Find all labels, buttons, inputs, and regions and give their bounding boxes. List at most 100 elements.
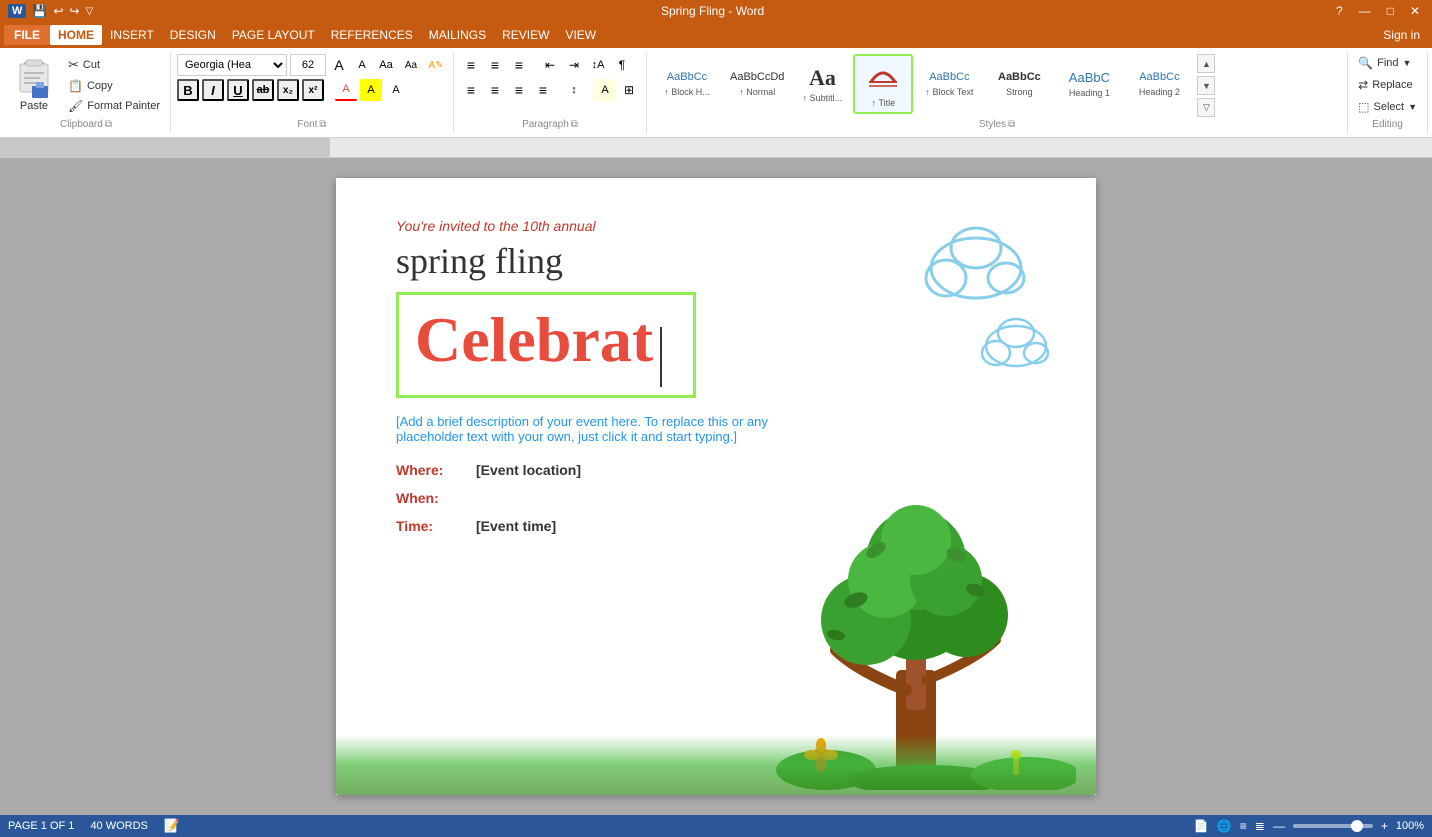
tab-mailings[interactable]: MAILINGS: [421, 25, 494, 45]
align-left-btn[interactable]: ≡: [460, 79, 482, 101]
window-controls[interactable]: ? — □ ✕: [1332, 4, 1424, 18]
shading-btn[interactable]: A: [594, 79, 616, 101]
clipboard-expand-icon[interactable]: ⧉: [105, 119, 112, 130]
proofing-icon[interactable]: 📝: [164, 818, 180, 834]
tab-insert[interactable]: INSERT: [102, 25, 162, 45]
styles-expand-icon[interactable]: ⧉: [1008, 119, 1015, 130]
tab-review[interactable]: REVIEW: [494, 25, 557, 45]
time-label: Time:: [396, 518, 476, 534]
style-heading2[interactable]: AaBbCc Heading 2: [1125, 54, 1193, 114]
tab-references[interactable]: REFERENCES: [323, 25, 421, 45]
font-expand-icon[interactable]: ⧉: [319, 119, 326, 130]
where-value[interactable]: [Event location]: [476, 462, 581, 478]
zoom-slider[interactable]: [1293, 824, 1373, 828]
align-center-btn[interactable]: ≡: [484, 79, 506, 101]
styles-scroll-down-btn[interactable]: ▼: [1197, 76, 1215, 95]
copy-button[interactable]: 📋 Copy: [64, 77, 164, 95]
tab-page-layout[interactable]: PAGE LAYOUT: [224, 25, 323, 45]
where-label: Where:: [396, 462, 476, 478]
view-web-icon[interactable]: 🌐: [1217, 819, 1232, 833]
subscript-button[interactable]: x₂: [277, 79, 299, 101]
paste-button[interactable]: Paste: [8, 54, 60, 116]
celebrate-text[interactable]: Celebrat: [415, 304, 653, 375]
style-strong[interactable]: AaBbCc Strong: [985, 54, 1053, 114]
customize-quick-access-icon[interactable]: ▽: [85, 6, 93, 17]
font-size-decrease-btn[interactable]: A: [352, 55, 372, 75]
bullets-btn[interactable]: ≡: [460, 54, 482, 76]
style-normal[interactable]: AaBbCcDd ↑ Normal: [723, 54, 791, 114]
select-dropdown-icon[interactable]: ▼: [1408, 102, 1417, 112]
text-highlight-color-btn[interactable]: A: [360, 79, 382, 101]
show-paragraph-marks-btn[interactable]: ¶: [611, 54, 633, 76]
font-color-btn[interactable]: A: [385, 79, 407, 101]
minimize-btn[interactable]: —: [1355, 4, 1375, 18]
font-name-select[interactable]: Georgia (Hea: [177, 54, 287, 76]
view-outline-icon[interactable]: ≡: [1240, 819, 1247, 833]
text-cursor: [660, 327, 662, 387]
file-tab[interactable]: FILE: [4, 25, 50, 45]
styles-expand-btn[interactable]: ▽: [1197, 98, 1215, 117]
justify-btn[interactable]: ≡: [532, 79, 554, 101]
tab-design[interactable]: DESIGN: [162, 25, 224, 45]
tab-home[interactable]: HOME: [50, 25, 102, 45]
view-print-icon[interactable]: 📄: [1194, 819, 1209, 833]
text-highlight-btn[interactable]: A✎: [425, 54, 447, 76]
celebrate-textbox[interactable]: Celebrat: [396, 292, 696, 398]
description-text[interactable]: [Add a brief description of your event h…: [396, 414, 776, 444]
strikethrough-button[interactable]: ab: [252, 79, 274, 101]
title-bar: W 💾 ↩ ↪ ▽ Spring Fling - Word ? — □ ✕: [0, 0, 1432, 22]
format-painter-icon: 🖌: [68, 99, 83, 113]
quick-access-toolbar[interactable]: W 💾 ↩ ↪ ▽: [8, 4, 93, 18]
time-value[interactable]: [Event time]: [476, 518, 556, 534]
multilevel-list-btn[interactable]: ≡: [508, 54, 530, 76]
paragraph-expand-icon[interactable]: ⧉: [571, 119, 578, 130]
text-color-btn[interactable]: A: [335, 79, 357, 101]
cut-button[interactable]: ✂ Cut: [64, 55, 164, 75]
clear-formatting-btn[interactable]: Aa: [375, 54, 397, 76]
zoom-in-btn[interactable]: +: [1381, 819, 1388, 833]
select-button[interactable]: ⬚ Select ▼: [1354, 98, 1421, 116]
change-case-btn[interactable]: Aa: [400, 54, 422, 76]
find-button[interactable]: 🔍 Find ▼: [1354, 54, 1421, 72]
style-large-a[interactable]: Aa ↑ Subtitl...: [793, 54, 851, 114]
find-dropdown-icon[interactable]: ▼: [1403, 58, 1412, 68]
close-btn[interactable]: ✕: [1406, 4, 1424, 18]
word-icon: W: [8, 4, 26, 18]
font-size-increase-btn[interactable]: A: [329, 55, 349, 75]
superscript-button[interactable]: x²: [302, 79, 324, 101]
style-block-text[interactable]: AaBbCc ↑ Block Text: [915, 54, 983, 114]
document-page[interactable]: You're invited to the 10th annual spring…: [336, 178, 1096, 795]
style-heading1[interactable]: AaBbC Heading 1: [1055, 54, 1123, 114]
clipboard-side: ✂ Cut 📋 Copy 🖌 Format Painter: [64, 54, 164, 116]
style-block-h[interactable]: AaBbCc ↑ Block H...: [653, 54, 721, 114]
borders-btn[interactable]: ⊞: [618, 79, 640, 101]
cut-icon: ✂: [68, 57, 79, 73]
select-icon: ⬚: [1358, 100, 1369, 114]
sort-btn[interactable]: ↕A: [587, 54, 609, 76]
tab-view[interactable]: VIEW: [557, 25, 604, 45]
sign-in-btn[interactable]: Sign in: [1375, 25, 1428, 45]
bold-button[interactable]: B: [177, 79, 199, 101]
decrease-indent-btn[interactable]: ⇤: [539, 54, 561, 76]
line-spacing-btn[interactable]: ↕: [563, 79, 585, 101]
save-icon[interactable]: 💾: [32, 4, 47, 18]
numbering-btn[interactable]: ≡: [484, 54, 506, 76]
view-draft-icon[interactable]: ≣: [1255, 819, 1265, 833]
restore-btn[interactable]: □: [1383, 4, 1398, 18]
redo-icon[interactable]: ↪: [69, 4, 79, 18]
zoom-out-btn[interactable]: —: [1273, 819, 1285, 833]
italic-button[interactable]: I: [202, 79, 224, 101]
font-size-input[interactable]: [290, 54, 326, 76]
style-title[interactable]: ↑ Title: [853, 54, 913, 114]
paragraph-label: Paragraph ⧉: [460, 117, 640, 132]
replace-button[interactable]: ⇄ Replace: [1354, 76, 1421, 94]
styles-scroll-up-btn[interactable]: ▲: [1197, 54, 1215, 73]
format-painter-button[interactable]: 🖌 Format Painter: [64, 97, 164, 115]
styles-label: Styles ⧉: [653, 117, 1341, 132]
undo-icon[interactable]: ↩: [53, 4, 63, 18]
document-area[interactable]: You're invited to the 10th annual spring…: [0, 158, 1432, 815]
help-btn[interactable]: ?: [1332, 4, 1347, 18]
align-right-btn[interactable]: ≡: [508, 79, 530, 101]
underline-button[interactable]: U: [227, 79, 249, 101]
increase-indent-btn[interactable]: ⇥: [563, 54, 585, 76]
